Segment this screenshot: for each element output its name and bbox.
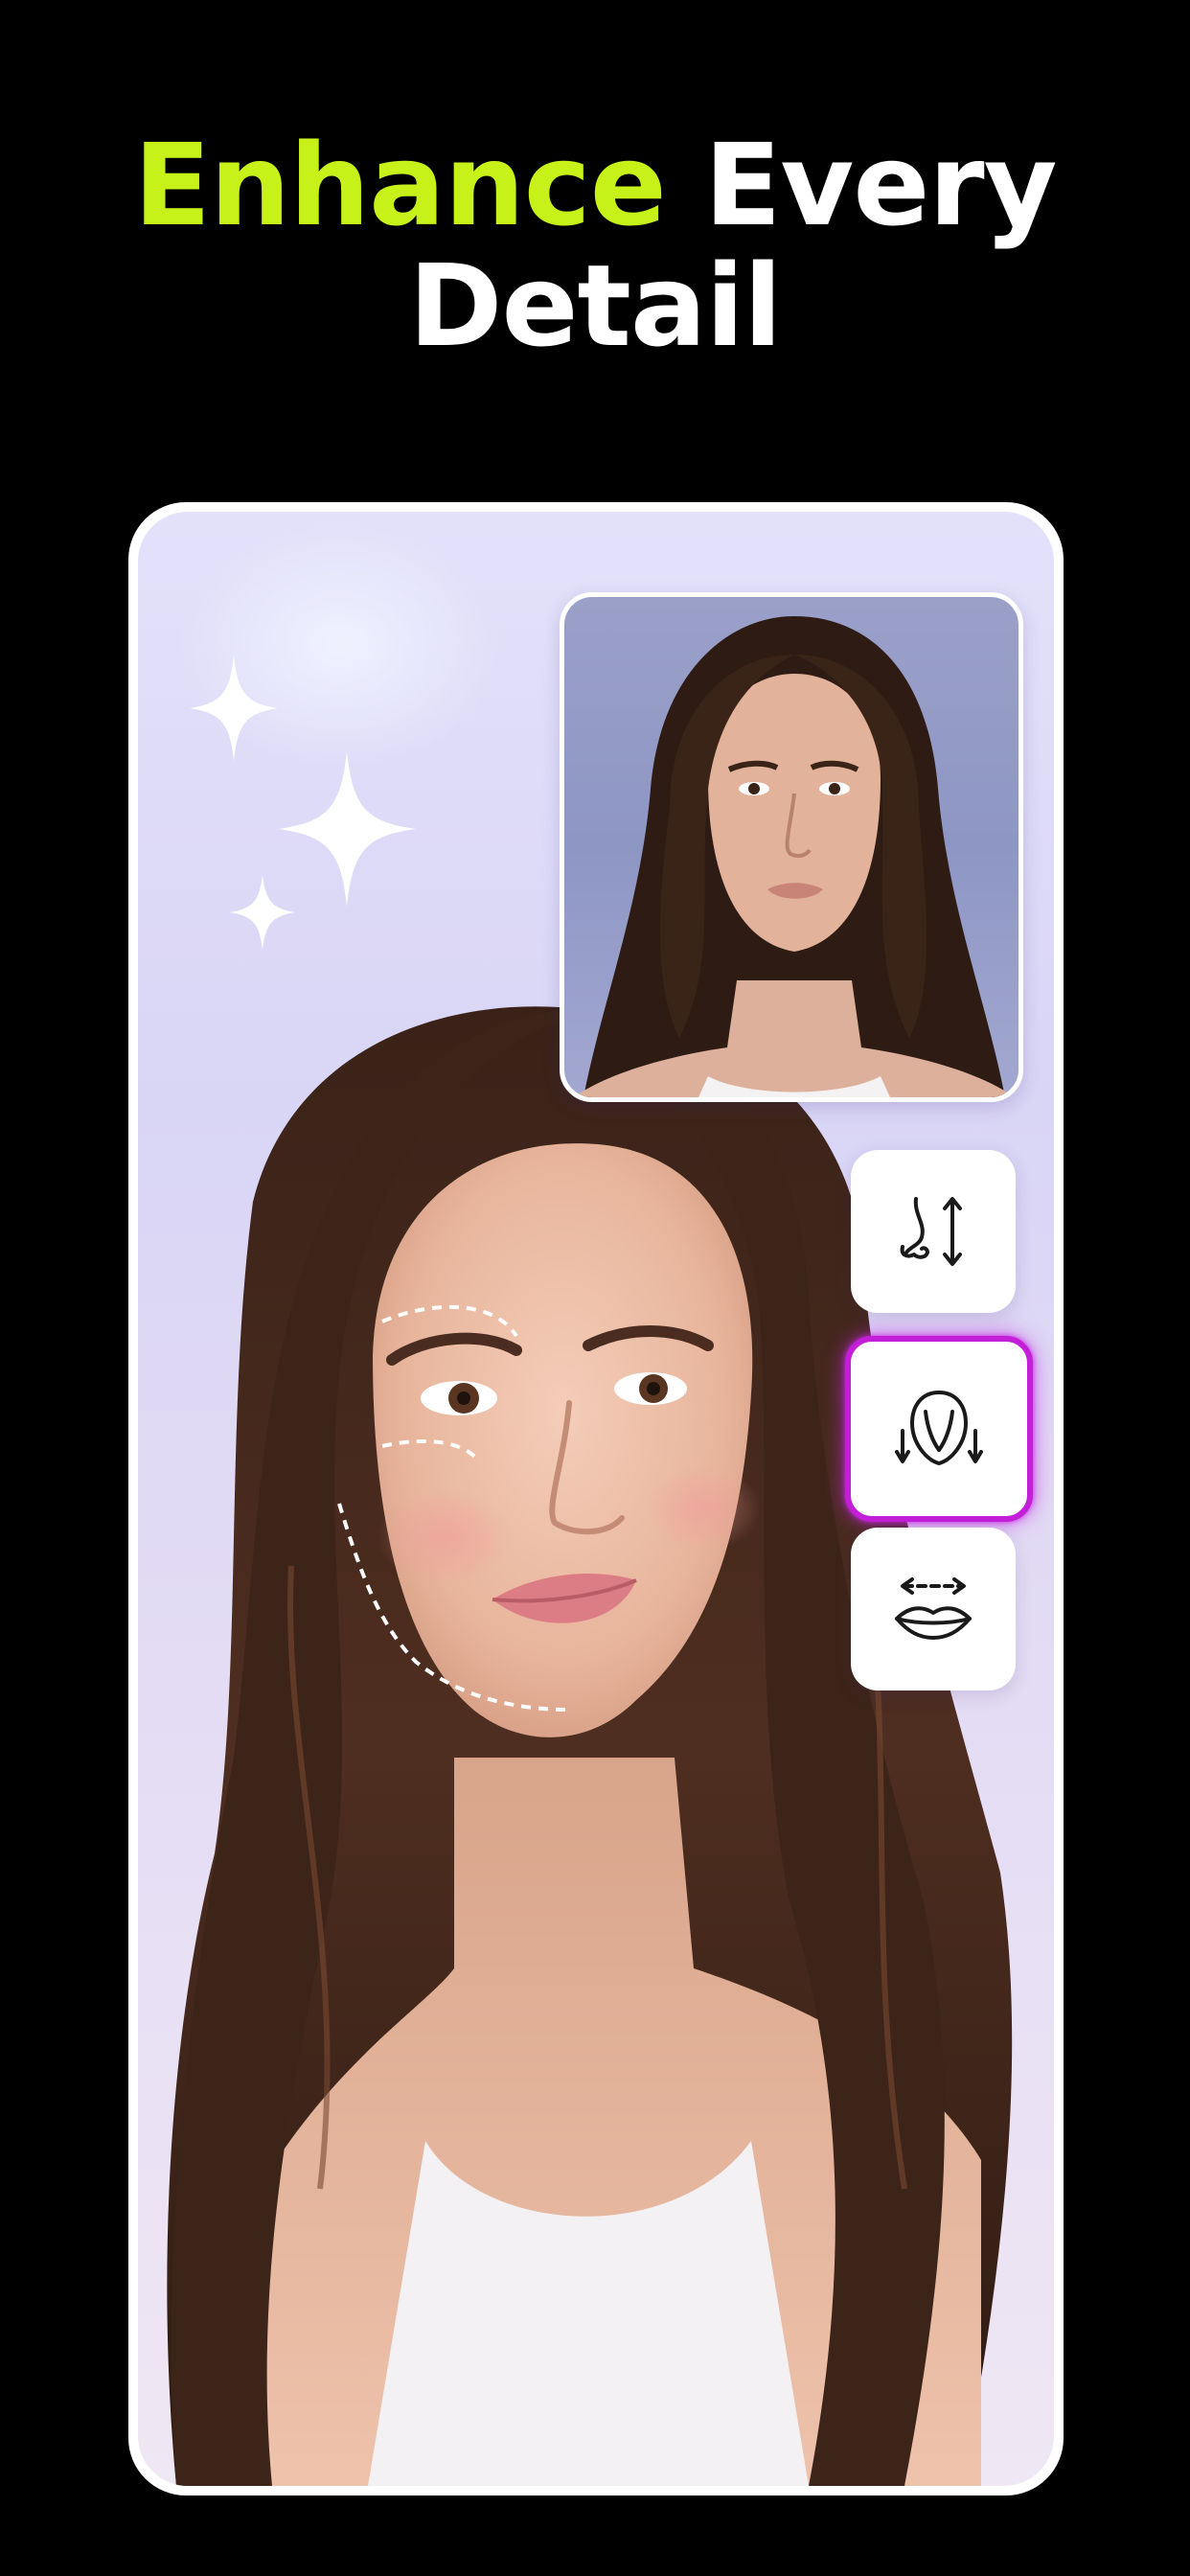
lips-width-tool-button[interactable]	[851, 1528, 1016, 1690]
phone-screen	[138, 512, 1054, 2486]
lips-width-icon	[895, 1577, 972, 1640]
headline-line-1: Enhance Every	[0, 125, 1190, 245]
nose-height-tool-button[interactable]	[851, 1150, 1016, 1313]
headline-line-2: Detail	[408, 240, 783, 372]
sparkle-large-icon	[278, 751, 416, 907]
sparkle-small-icon	[190, 656, 278, 761]
phone-frame	[128, 502, 1064, 2496]
original-photo-thumbnail[interactable]	[560, 592, 1023, 1102]
original-portrait-image	[574, 616, 1015, 1097]
app-store-screenshot: Enhance Every Detail	[0, 0, 1190, 2576]
face-shape-icon	[895, 1391, 983, 1465]
headline: Enhance Every Detail	[0, 125, 1190, 366]
sparkle-tiny-icon	[230, 874, 295, 951]
headline-word: Every	[703, 119, 1058, 251]
headline-accent-word: Enhance	[133, 119, 667, 251]
nose-height-icon	[900, 1197, 962, 1266]
face-shape-tool-button[interactable]	[845, 1336, 1033, 1522]
